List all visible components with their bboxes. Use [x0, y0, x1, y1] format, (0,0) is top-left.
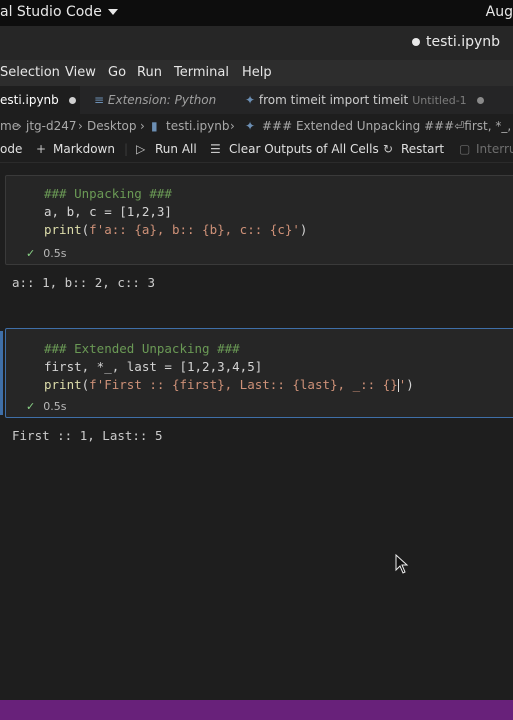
restart-icon: ↻ [383, 142, 394, 156]
notebook-cell-active[interactable]: ### Extended Unpacking ### first, *_, la… [0, 328, 513, 448]
code-line: print(f'a:: {a}, b:: {b}, c:: {c}') [44, 222, 308, 237]
notebook-toolbar: ode + Markdown | ▷ Run All ☰ Clear Outpu… [0, 138, 513, 163]
menu-terminal[interactable]: Terminal [174, 65, 229, 80]
menu-bar: Selection View Go Run Terminal Help [0, 60, 513, 86]
breadcrumb: me › jtg-d247 › Desktop › ▮ testi.ipynb … [0, 114, 513, 138]
breadcrumb-item[interactable]: Desktop [87, 119, 137, 133]
menu-help[interactable]: Help [242, 65, 272, 80]
menu-view[interactable]: View [65, 65, 96, 80]
status-bar [0, 700, 513, 720]
window-title: testi.ipynb [412, 34, 500, 50]
unsaved-dot-icon [412, 38, 420, 46]
plus-icon: + [36, 142, 47, 156]
mouse-pointer-icon [395, 554, 409, 574]
modified-dot-icon[interactable] [476, 97, 484, 104]
chevron-right-icon: › [17, 119, 22, 133]
cell-output: a:: 1, b:: 2, c:: 3 [12, 275, 155, 290]
execution-status: ✓ 0.5s [26, 400, 67, 413]
notebook-cell[interactable]: ### Unpacking ### a, b, c = [1,2,3] prin… [0, 175, 513, 295]
clear-all-icon: ☰ [210, 142, 221, 156]
code-line: ### Unpacking ### [44, 186, 172, 201]
check-icon: ✓ [26, 247, 36, 260]
code-line: a, b, c = [1,2,3] [44, 204, 172, 219]
code-line: first, *_, last = [1,2,3,4,5] [44, 359, 263, 374]
cell-output: First :: 1, Last:: 5 [12, 428, 163, 443]
app-menu[interactable]: al Studio Code [0, 4, 118, 20]
execution-status: ✓ 0.5s [26, 247, 67, 260]
clear-outputs-button[interactable]: Clear Outputs of All Cells [229, 142, 379, 156]
breadcrumb-item[interactable]: ### Extended Unpacking ###⏎first, *_, la… [262, 119, 513, 133]
separator: | [124, 142, 129, 156]
tab-untitled-1[interactable]: ✦ from timeit import timeit Untitled-1 [245, 86, 513, 114]
chevron-down-icon [107, 9, 118, 15]
window-title-bar: testi.ipynb [0, 26, 513, 60]
code-editor[interactable]: ### Extended Unpacking ### first, *_, la… [5, 328, 513, 418]
code-line: ### Extended Unpacking ### [44, 341, 240, 356]
app-title: al Studio Code [0, 4, 102, 20]
notebook-file-icon: ▮ [151, 119, 158, 133]
menu-selection[interactable]: Selection [0, 65, 60, 80]
run-all-icon: ▷ [136, 142, 146, 156]
cell-icon: ✦ [245, 119, 256, 133]
interrupt-button[interactable]: Interru [476, 142, 513, 156]
editor-tabs: esti.ipynb ≡ Extension: Python ✦ from ti… [0, 86, 513, 114]
add-markdown-cell-button[interactable]: Markdown [53, 142, 115, 156]
restart-button[interactable]: Restart [401, 142, 444, 156]
add-code-cell-button[interactable]: ode [0, 142, 22, 156]
tab-extension-python[interactable]: ≡ Extension: Python [94, 86, 234, 114]
run-all-button[interactable]: Run All [155, 142, 197, 156]
python-icon: ✦ [245, 93, 256, 107]
chevron-right-icon: › [230, 119, 235, 133]
modified-dot-icon[interactable] [68, 97, 76, 104]
code-editor[interactable]: ### Unpacking ### a, b, c = [1,2,3] prin… [5, 175, 513, 265]
chevron-right-icon: › [140, 119, 145, 133]
check-icon: ✓ [26, 400, 36, 413]
menu-run[interactable]: Run [137, 65, 162, 80]
preview-icon: ≡ [94, 93, 105, 107]
system-top-bar: al Studio Code Aug [0, 0, 513, 26]
breadcrumb-item[interactable]: jtg-d247 [26, 119, 77, 133]
code-line: print(f'First :: {first}, Last:: {last},… [44, 377, 414, 392]
clock[interactable]: Aug [486, 4, 513, 20]
chevron-right-icon: › [78, 119, 83, 133]
breadcrumb-item[interactable]: testi.ipynb [166, 119, 229, 133]
interrupt-icon: ▢ [459, 142, 471, 156]
menu-go[interactable]: Go [108, 65, 126, 80]
tab-testi-ipynb[interactable]: esti.ipynb [0, 86, 80, 114]
